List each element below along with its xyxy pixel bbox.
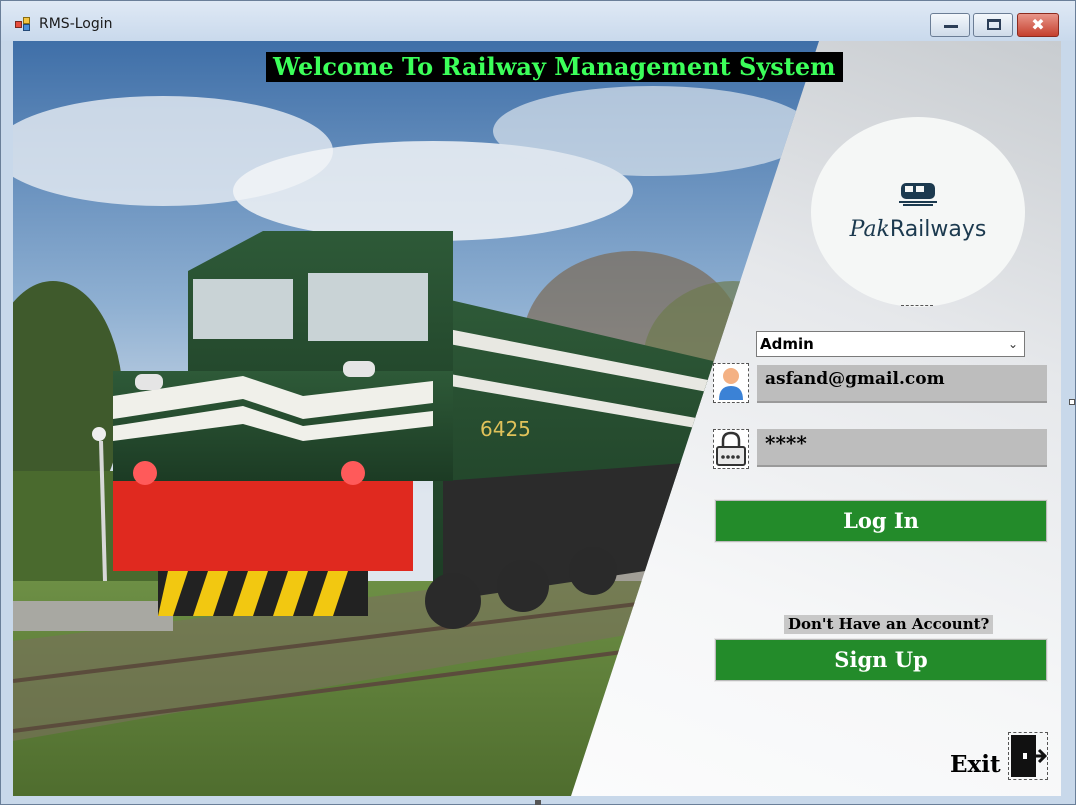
title-bar[interactable]: RMS-Login ✖ [1,1,1075,41]
brand-name: PakRailways [811,217,1025,242]
resize-handle-bottom[interactable] [535,800,541,805]
app-icon [15,17,33,31]
chevron-down-icon: ⌄ [1007,337,1018,351]
brand-prefix: Pak [849,217,890,242]
exit-door-icon[interactable] [1008,732,1048,780]
signup-button[interactable]: Sign Up [714,638,1048,682]
lock-icon [713,429,749,469]
logo-selection-marker [901,305,933,307]
maximize-button[interactable] [973,13,1013,37]
login-window: RMS-Login ✖ 6425 Welcome To Railway Mana… [0,0,1076,805]
no-account-label: Don't Have an Account? [784,615,994,634]
maximize-icon [987,19,1001,30]
welcome-banner: Welcome To Railway Management System [266,52,843,82]
user-icon [713,363,749,403]
window-title: RMS-Login [39,16,113,32]
role-selected-value: Admin [760,335,814,353]
password-field[interactable]: **** [757,429,1047,467]
train-icon [899,183,937,206]
login-button[interactable]: Log In [714,499,1048,543]
brand-suffix: Railways [889,217,987,242]
exit-label[interactable]: Exit [950,751,1001,778]
resize-handle-right[interactable] [1069,399,1075,405]
svg-text:6425: 6425 [480,417,531,441]
email-field[interactable]: asfand@gmail.com [757,365,1047,403]
minimize-icon [944,25,958,28]
close-icon: ✖ [1031,15,1045,34]
role-dropdown[interactable]: Admin ⌄ [756,331,1025,357]
train-photo: 6425 [13,41,819,796]
pakrailways-logo: PakRailways [811,117,1025,307]
close-button[interactable]: ✖ [1017,13,1059,37]
login-form-area: 6425 Welcome To Railway Management Syste… [13,41,1061,796]
minimize-button[interactable] [930,13,970,37]
